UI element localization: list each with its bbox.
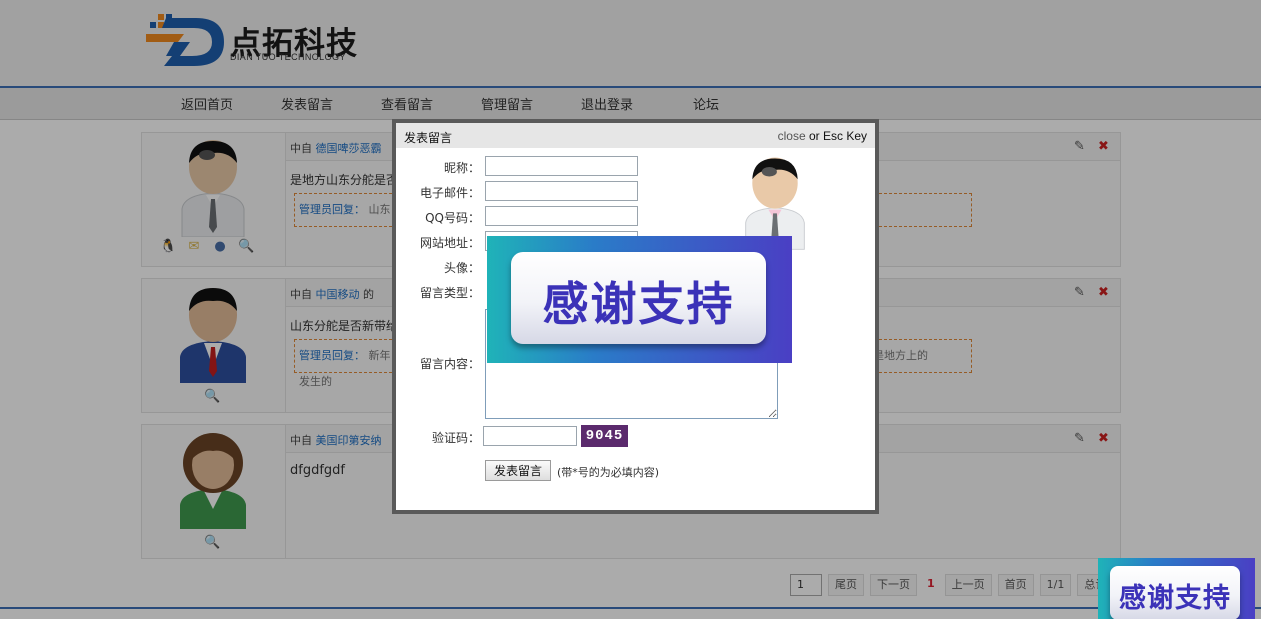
dialog-close-hint: or Esc Key xyxy=(805,129,867,143)
captcha-image[interactable]: 9045 xyxy=(581,425,628,447)
required-hint: (带*号的为必填内容) xyxy=(557,466,660,479)
email-field[interactable] xyxy=(485,181,638,201)
thanks-banner-small-plate: 感谢支持 xyxy=(1110,566,1240,619)
thanks-banner: 感谢支持 xyxy=(487,236,792,363)
message-type-label: 留言类型： xyxy=(419,286,480,300)
nickname-field[interactable] xyxy=(485,156,638,176)
thanks-banner-small[interactable]: 感谢支持 xyxy=(1098,558,1255,619)
dialog-titlebar: 发表留言 close or Esc Key xyxy=(396,123,875,148)
dialog-close-link[interactable]: close xyxy=(778,129,806,143)
email-label: 电子邮件： xyxy=(419,186,480,200)
website-label: 网站地址： xyxy=(419,236,480,250)
thanks-banner-plate: 感谢支持 xyxy=(511,252,766,344)
dialog-close[interactable]: close or Esc Key xyxy=(778,129,867,143)
thanks-banner-small-text: 感谢支持 xyxy=(1119,583,1231,614)
qq-field[interactable] xyxy=(485,206,638,226)
dialog-title: 发表留言 xyxy=(404,131,453,145)
thanks-banner-text: 感谢支持 xyxy=(542,277,735,331)
avatar-label: 头像： xyxy=(443,261,480,275)
nickname-label: 昵称： xyxy=(443,161,480,175)
captcha-field[interactable] xyxy=(483,426,577,446)
content-label: 留言内容： xyxy=(419,357,480,371)
submit-button[interactable]: 发表留言 xyxy=(485,460,551,481)
captcha-label: 验证码： xyxy=(431,431,480,445)
qq-label: QQ号码： xyxy=(425,211,480,225)
